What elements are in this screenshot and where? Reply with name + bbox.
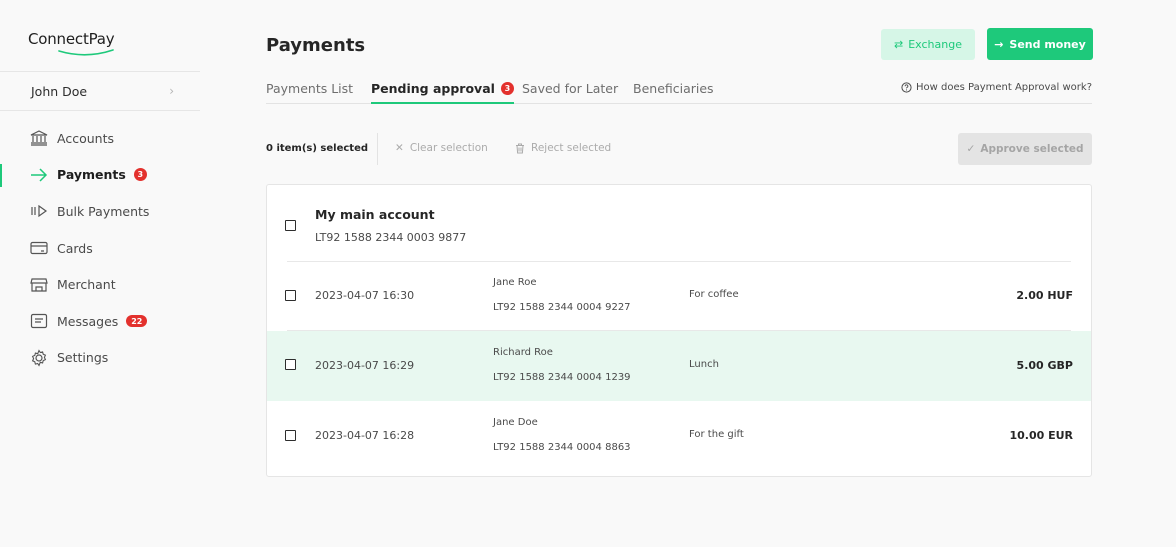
beneficiary-iban: LT92 1588 2344 0004 1239 [493,372,631,383]
account-checkbox[interactable] [285,220,296,231]
page-title: Payments [266,35,366,56]
sidebar: ConnectPay John Doe › Accounts Payments … [0,0,200,547]
sidebar-item-cards[interactable]: Cards [0,230,200,267]
gear-icon [29,348,49,368]
approve-selected-button[interactable]: ✓ Approve selected [958,133,1092,165]
sidebar-item-settings[interactable]: Settings [0,340,200,377]
account-name: My main account [315,207,435,222]
table-row[interactable]: 2023-04-07 16:30 Jane Roe LT92 1588 2344… [267,261,1091,331]
beneficiary-iban: LT92 1588 2344 0004 8863 [493,442,631,453]
tab-label: Pending approval [371,81,495,96]
payment-amount: 2.00 HUF [1016,289,1073,302]
tab-label: Payments List [266,81,354,96]
check-icon: ✓ [966,143,976,155]
payment-amount: 10.00 EUR [1009,429,1073,442]
send-money-label: Send money [1009,37,1086,51]
sidebar-item-label: Messages [57,313,119,329]
approve-selected-label: Approve selected [980,143,1084,155]
sidebar-item-bulk-payments[interactable]: Bulk Payments [0,193,200,230]
beneficiary-name: Richard Roe [493,347,553,358]
payment-description: For the gift [689,429,744,440]
row-checkbox[interactable] [285,359,296,370]
sidebar-item-label: Bulk Payments [57,203,150,219]
message-icon [29,311,49,331]
sidebar-item-messages[interactable]: Messages 22 [0,303,200,340]
tab-label: Beneficiaries [633,81,714,96]
pending-count-badge: 3 [500,82,514,95]
logo-swoosh-icon [58,49,114,56]
tab-saved-for-later[interactable]: Saved for Later [522,81,618,103]
exchange-label: Exchange [908,38,962,51]
user-name: John Doe [31,83,88,99]
tab-pending-approval[interactable]: Pending approval 3 [371,81,514,104]
store-icon [29,275,49,295]
exchange-button[interactable]: ⇄ Exchange [881,29,975,60]
sidebar-item-payments[interactable]: Payments 3 [0,157,200,194]
account-iban: LT92 1588 2344 0003 9877 [315,231,467,244]
clear-selection-label: Clear selection [409,142,488,154]
payment-datetime: 2023-04-07 16:28 [315,429,415,442]
user-menu[interactable]: John Doe › [0,72,200,110]
chevron-right-icon: › [169,84,174,98]
send-money-button[interactable]: → Send money [987,28,1093,60]
table-row[interactable]: 2023-04-07 16:29 Richard Roe LT92 1588 2… [267,331,1091,401]
beneficiary-name: Jane Doe [493,417,538,428]
messages-count-badge: 22 [126,315,148,328]
row-checkbox[interactable] [285,290,296,301]
sidebar-item-merchant[interactable]: Merchant [0,266,200,303]
brand-logo[interactable]: ConnectPay [28,30,115,48]
sidebar-item-label: Accounts [57,130,114,146]
sidebar-item-label: Payments [57,167,126,183]
sidebar-item-label: Settings [57,350,109,366]
row-checkbox[interactable] [285,430,296,441]
payment-amount: 5.00 GBP [1016,359,1073,372]
reject-selected-button[interactable]: Reject selected [515,142,611,154]
divider [377,133,378,165]
selected-count: 0 item(s) selected [266,143,369,154]
payment-description: Lunch [689,359,719,370]
divider [0,110,200,111]
sidebar-item-accounts[interactable]: Accounts [0,120,200,157]
bulk-arrow-icon [29,201,49,221]
reject-selected-label: Reject selected [531,142,612,154]
payment-datetime: 2023-04-07 16:30 [315,289,415,302]
exchange-icon: ⇄ [894,38,904,51]
sidebar-nav: Accounts Payments 3 Bulk Payments Cards [0,120,200,376]
table-row[interactable]: 2023-04-07 16:28 Jane Doe LT92 1588 2344… [267,401,1091,471]
payment-description: For coffee [689,289,739,300]
payments-count-badge: 3 [133,168,147,182]
tab-label: Saved for Later [522,81,619,96]
beneficiary-iban: LT92 1588 2344 0004 9227 [493,302,631,313]
beneficiary-name: Jane Roe [493,277,537,288]
close-icon: ✕ [395,142,404,154]
sidebar-item-label: Cards [57,240,93,256]
tab-payments-list[interactable]: Payments List [266,81,353,103]
arrow-right-icon: → [994,37,1004,51]
tab-beneficiaries[interactable]: Beneficiaries [633,81,714,103]
sidebar-item-label: Merchant [57,277,116,293]
bank-icon [29,128,49,148]
selection-toolbar: 0 item(s) selected ✕ Clear selection Rej… [266,133,1092,165]
help-circle-icon [901,82,912,93]
payment-datetime: 2023-04-07 16:29 [315,359,415,372]
pending-payments-card: My main account LT92 1588 2344 0003 9877… [266,184,1092,477]
tab-bar: Payments List Pending approval 3 Saved fo… [266,76,1092,104]
help-link-text: How does Payment Approval work? [915,82,1092,93]
trash-icon [516,143,524,153]
clear-selection-button[interactable]: ✕ Clear selection [395,142,488,154]
arrow-right-icon [29,165,49,185]
card-icon [29,238,49,258]
payment-approval-help-link[interactable]: How does Payment Approval work? [901,82,1092,93]
